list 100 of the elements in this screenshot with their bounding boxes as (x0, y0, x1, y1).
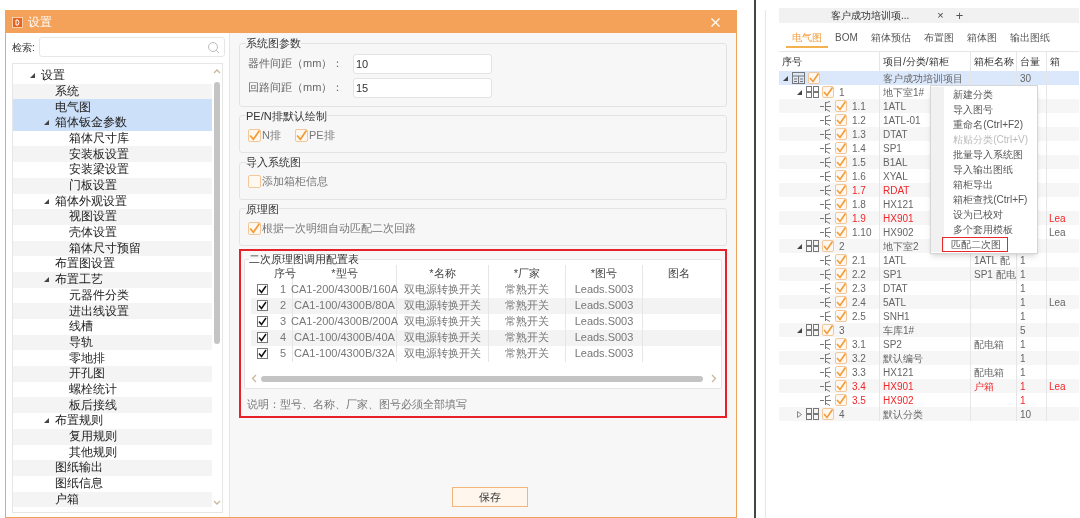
table-row[interactable]: 3 车库1# 5 (779, 323, 1079, 337)
checkbox[interactable] (257, 300, 268, 311)
checkbox[interactable] (248, 128, 261, 142)
scroll-up-icon[interactable] (213, 68, 221, 74)
tree-item[interactable]: 视图设置 (13, 209, 212, 225)
checkbox[interactable] (257, 284, 268, 295)
cabinet-label: HX121 (883, 197, 914, 211)
checkbox[interactable] (248, 221, 261, 235)
tree-label: 门板设置 (69, 178, 117, 194)
document-tab[interactable]: 客户成功培训项... (831, 8, 910, 23)
checkbox[interactable] (835, 268, 847, 280)
tree-item[interactable]: 开孔图 (13, 366, 212, 382)
table-row[interactable]: 3.4 HX901 户箱 1 Lea (779, 379, 1079, 393)
checkbox[interactable] (835, 212, 847, 224)
table-cell-text: 4 (279, 330, 287, 346)
collapse-triangle-icon[interactable] (796, 326, 803, 334)
tree-item[interactable]: 电气图 (13, 99, 212, 116)
table-row[interactable]: 3.2 默认编号 1 (779, 351, 1079, 365)
close-tab-button[interactable]: × (937, 7, 944, 24)
checkbox[interactable] (835, 296, 847, 308)
save-button[interactable]: 保存 (452, 487, 528, 507)
checkbox[interactable] (257, 332, 268, 343)
menu-item[interactable]: 多个套用模板 (944, 222, 1037, 237)
branch-icon (820, 352, 832, 364)
checkbox[interactable] (257, 348, 268, 359)
view-tab[interactable]: BOM (829, 30, 864, 48)
checkbox[interactable] (835, 128, 847, 140)
scrollbar-thumb[interactable] (214, 82, 220, 344)
check-icon (249, 129, 260, 141)
checkbox[interactable] (835, 366, 847, 378)
cabinet-label: 默认编号 (883, 351, 923, 365)
view-tab[interactable]: 箱体图 (960, 30, 1003, 48)
cabinet-label: XYAL (883, 169, 908, 183)
checkbox[interactable] (257, 316, 268, 327)
menu-item[interactable]: 新建分类 (944, 87, 1037, 102)
tree-label: 图纸输出 (55, 460, 103, 476)
collapse-triangle-icon[interactable] (782, 74, 789, 82)
search-icon[interactable] (206, 40, 220, 54)
tree-label: 导轨 (69, 334, 93, 350)
number-field[interactable]: 15 (353, 77, 492, 98)
checkbox[interactable] (822, 240, 834, 252)
branch-icon (820, 282, 832, 294)
scroll-right-icon[interactable] (711, 374, 717, 383)
checkbox-label: N排 (262, 127, 281, 143)
tree-item[interactable]: 板后接线 (13, 397, 212, 414)
checkbox[interactable] (822, 86, 834, 98)
table-row[interactable]: 2.4 5ATL 1 Lea (779, 295, 1079, 309)
scroll-left-icon[interactable] (251, 374, 257, 383)
quantity-cell: 30 (1020, 71, 1032, 85)
branch-icon (820, 142, 832, 154)
checkbox[interactable] (835, 254, 847, 266)
checkbox[interactable] (835, 170, 847, 182)
table-row[interactable]: 2.2 SP1 SP1 配电 1 (779, 267, 1079, 281)
cabinet-label: HX121 (883, 365, 914, 379)
expand-triangle-icon[interactable] (796, 410, 803, 418)
cabinet-label: SP1 (883, 267, 902, 281)
number-field[interactable]: 10 (353, 53, 492, 74)
checkbox[interactable] (835, 114, 847, 126)
tree-item[interactable]: 箱体钣金参数 (13, 115, 212, 131)
table-row[interactable]: 4 默认分类 10 (779, 407, 1079, 421)
checkbox[interactable] (808, 72, 820, 84)
collapse-triangle-icon[interactable] (29, 72, 36, 80)
tree-label: 箱体尺寸库 (69, 130, 129, 146)
scroll-down-icon[interactable] (213, 500, 221, 506)
table-cell: SP1 配电 (974, 267, 1016, 281)
checkbox[interactable] (835, 156, 847, 168)
checkbox[interactable] (835, 380, 847, 392)
tree-item[interactable]: 图纸输出 (13, 460, 212, 476)
tree-item[interactable]: 安装板设置 (13, 146, 212, 163)
quantity-cell: 1 (1020, 267, 1026, 281)
search-field[interactable] (38, 37, 225, 57)
close-icon[interactable] (711, 17, 720, 27)
collapse-triangle-icon[interactable] (796, 242, 803, 250)
collapse-triangle-icon[interactable] (796, 88, 803, 96)
checkbox[interactable] (835, 338, 847, 350)
tree-item[interactable]: 进出线设置 (13, 303, 212, 319)
collapse-triangle-icon[interactable] (43, 197, 50, 205)
checkbox[interactable] (822, 324, 834, 336)
checkbox[interactable] (835, 100, 847, 112)
checkbox[interactable] (835, 184, 847, 196)
menu-item[interactable]: 匹配二次图 (942, 237, 1009, 252)
add-tab-button[interactable]: + (955, 9, 964, 22)
view-tab[interactable]: 输出图纸 (1003, 30, 1056, 48)
checkbox[interactable] (822, 408, 834, 420)
view-tab[interactable]: 布置图 (917, 30, 960, 48)
checkbox[interactable] (835, 282, 847, 294)
view-tab[interactable]: 箱体预估 (864, 30, 917, 48)
cabinet-label: HX902 (883, 393, 914, 407)
collapse-triangle-icon[interactable] (43, 276, 50, 284)
collapse-triangle-icon[interactable] (43, 417, 50, 425)
tree-label: 进出线设置 (69, 303, 129, 319)
checkbox[interactable] (835, 352, 847, 364)
checkbox[interactable] (835, 394, 847, 406)
checkbox[interactable] (835, 142, 847, 154)
horizontal-scrollbar[interactable] (261, 375, 703, 382)
table-row[interactable]: 客户成功培训项目 30 (779, 71, 1079, 85)
checkbox[interactable] (835, 198, 847, 210)
collapse-triangle-icon[interactable] (43, 119, 50, 127)
checkbox[interactable] (835, 226, 847, 238)
checkbox[interactable] (835, 310, 847, 322)
